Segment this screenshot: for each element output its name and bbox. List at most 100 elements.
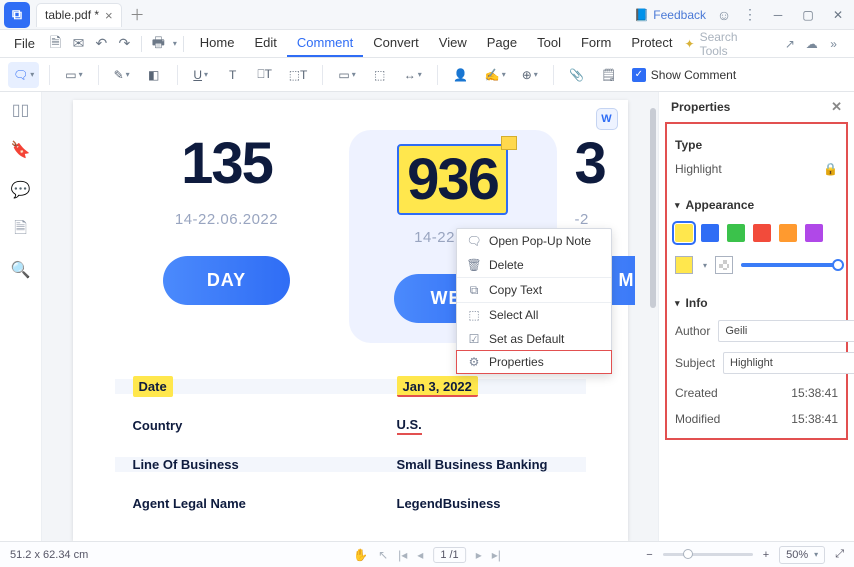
more-icon[interactable]: ⋮ — [742, 7, 758, 23]
ctx-delete[interactable]: 🗑Delete — [457, 253, 611, 277]
transparency-box[interactable] — [715, 256, 733, 274]
text-tool[interactable]: T — [220, 62, 246, 88]
cell-value-highlight[interactable]: Jan 3, 2022 — [397, 376, 478, 397]
callout-tool[interactable]: ⬚T — [284, 62, 313, 88]
menu-form[interactable]: Form — [571, 30, 621, 57]
overflow-icon[interactable]: » — [825, 35, 842, 53]
fit-page-icon[interactable]: ⤢ — [835, 548, 844, 561]
day-pill[interactable]: DAY — [163, 256, 290, 305]
menu-edit[interactable]: Edit — [244, 30, 286, 57]
title-bar: ⧉ table.pdf * × ＋ 📘 Feedback ☺ ⋮ ─ ▢ ✕ — [0, 0, 854, 30]
menu-page[interactable]: Page — [477, 30, 527, 57]
menu-tool[interactable]: Tool — [527, 30, 571, 57]
lock-icon[interactable]: 🔒 — [823, 162, 838, 176]
page-indicator[interactable]: 1 /1 — [433, 547, 465, 563]
ctx-properties[interactable]: ⚙Properties — [456, 350, 612, 374]
cell-label: Agent Legal Name — [115, 496, 379, 511]
appearance-section-title: Appearance — [686, 198, 755, 212]
eraser-tool[interactable]: ◧ — [141, 62, 167, 88]
file-menu[interactable]: File — [6, 33, 43, 54]
color-swatch[interactable] — [805, 224, 823, 242]
user-icon[interactable]: ☺ — [716, 7, 732, 23]
opacity-color-box[interactable] — [675, 256, 693, 274]
chevron-down-icon[interactable]: ▾ — [173, 39, 177, 48]
underline-tool[interactable]: U▾ — [188, 62, 214, 88]
stamp2-tool[interactable]: ⊕▾ — [517, 62, 543, 88]
shape-area-tool[interactable]: ⬚ — [367, 62, 393, 88]
search-tools-input[interactable]: Search Tools — [700, 30, 765, 58]
note-tool[interactable]: 🗨▾ — [8, 62, 39, 88]
bookmarks-icon[interactable]: 🔖 — [11, 140, 31, 160]
highlight-tool[interactable]: ▭▾ — [60, 62, 87, 88]
document-tab[interactable]: table.pdf * × — [36, 3, 122, 27]
color-swatch[interactable] — [675, 224, 693, 242]
hand-tool-icon[interactable]: ✋ — [353, 548, 368, 562]
properties-panel: Properties ✕ Type Highlight 🔒 ▾Appearanc… — [658, 92, 854, 541]
pencil-tool[interactable]: ✎▾ — [109, 62, 135, 88]
print-icon[interactable]: ✉ — [68, 33, 89, 55]
show-comment-toggle[interactable]: ✓ Show Comment — [632, 68, 736, 82]
select-tool-icon[interactable]: ↖ — [378, 548, 388, 562]
menu-convert[interactable]: Convert — [363, 30, 429, 57]
sticky-note-icon[interactable] — [501, 136, 517, 150]
maximize-button[interactable]: ▢ — [798, 5, 818, 25]
zoom-slider[interactable] — [663, 553, 753, 556]
cell-label-highlight[interactable]: Date — [133, 376, 173, 397]
zoom-in-icon[interactable]: + — [763, 549, 769, 561]
chevron-down-icon[interactable]: ▾ — [703, 261, 707, 270]
share-icon[interactable]: ↗ — [781, 35, 798, 53]
opacity-slider[interactable] — [741, 263, 838, 267]
zoom-value[interactable]: 50%▾ — [779, 546, 825, 564]
prev-page-icon[interactable]: ◂ — [417, 548, 423, 562]
add-tab-button[interactable]: ＋ — [130, 4, 145, 25]
signature-tool[interactable]: ✍▾ — [480, 62, 511, 88]
menu-view[interactable]: View — [429, 30, 477, 57]
measure-tool[interactable]: ↔▾ — [399, 62, 427, 88]
stamp-tool[interactable]: 👤 — [448, 62, 474, 88]
table-row: Agent Legal Name LegendBusiness — [115, 484, 586, 523]
close-button[interactable]: ✕ — [828, 5, 848, 25]
author-input[interactable] — [718, 320, 854, 342]
printer-icon[interactable]: 🖶 — [148, 33, 169, 55]
last-page-icon[interactable]: ▸| — [492, 548, 501, 562]
subject-input[interactable] — [723, 352, 854, 374]
menu-protect[interactable]: Protect — [621, 30, 682, 57]
modified-value: 15:38:41 — [791, 412, 838, 426]
word-badge-icon[interactable]: W — [596, 108, 618, 130]
app-icon: ⧉ — [4, 2, 30, 28]
menu-comment[interactable]: Comment — [287, 30, 363, 57]
ctx-open-popup[interactable]: 🗨Open Pop-Up Note — [457, 229, 611, 253]
comments-icon[interactable]: 💬 — [11, 180, 31, 200]
vertical-scrollbar[interactable] — [648, 102, 658, 531]
check-icon: ✓ — [632, 68, 646, 82]
menu-home[interactable]: Home — [190, 30, 245, 57]
chevron-down-icon[interactable]: ▾ — [675, 298, 680, 309]
search-icon[interactable]: 🔍 — [11, 260, 31, 280]
redo-icon[interactable]: ↷ — [114, 33, 135, 55]
color-swatch[interactable] — [701, 224, 719, 242]
chevron-down-icon[interactable]: ▾ — [675, 200, 680, 211]
close-tab-icon[interactable]: × — [105, 8, 113, 23]
ctx-set-default[interactable]: ☑Set as Default — [457, 327, 611, 351]
shape-rect-tool[interactable]: ▭▾ — [333, 62, 360, 88]
color-swatch[interactable] — [779, 224, 797, 242]
highlighted-number[interactable]: 936 — [397, 144, 508, 215]
close-panel-icon[interactable]: ✕ — [831, 99, 842, 115]
ctx-copy-text[interactable]: ⧉Copy Text — [457, 278, 611, 302]
attachments-icon[interactable]: 🗎 — [11, 220, 31, 240]
next-page-icon[interactable]: ▸ — [476, 548, 482, 562]
undo-icon[interactable]: ↶ — [91, 33, 112, 55]
color-swatch[interactable] — [727, 224, 745, 242]
zoom-out-icon[interactable]: − — [646, 549, 652, 561]
attach-tool[interactable]: 📎 — [564, 62, 590, 88]
color-swatch[interactable] — [753, 224, 771, 242]
cloud-icon[interactable]: ☁ — [803, 35, 820, 53]
textbox-tool[interactable]: ⎕T — [252, 62, 278, 88]
save-icon[interactable]: 🗎 — [45, 33, 66, 55]
minimize-button[interactable]: ─ — [768, 5, 788, 25]
thumbnails-icon[interactable]: ▯▯ — [11, 100, 31, 120]
ctx-select-all[interactable]: ⬚Select All — [457, 303, 611, 327]
first-page-icon[interactable]: |◂ — [398, 548, 407, 562]
comments-list-tool[interactable]: 🗒 — [596, 62, 622, 88]
feedback-link[interactable]: 📘 Feedback — [634, 8, 706, 22]
